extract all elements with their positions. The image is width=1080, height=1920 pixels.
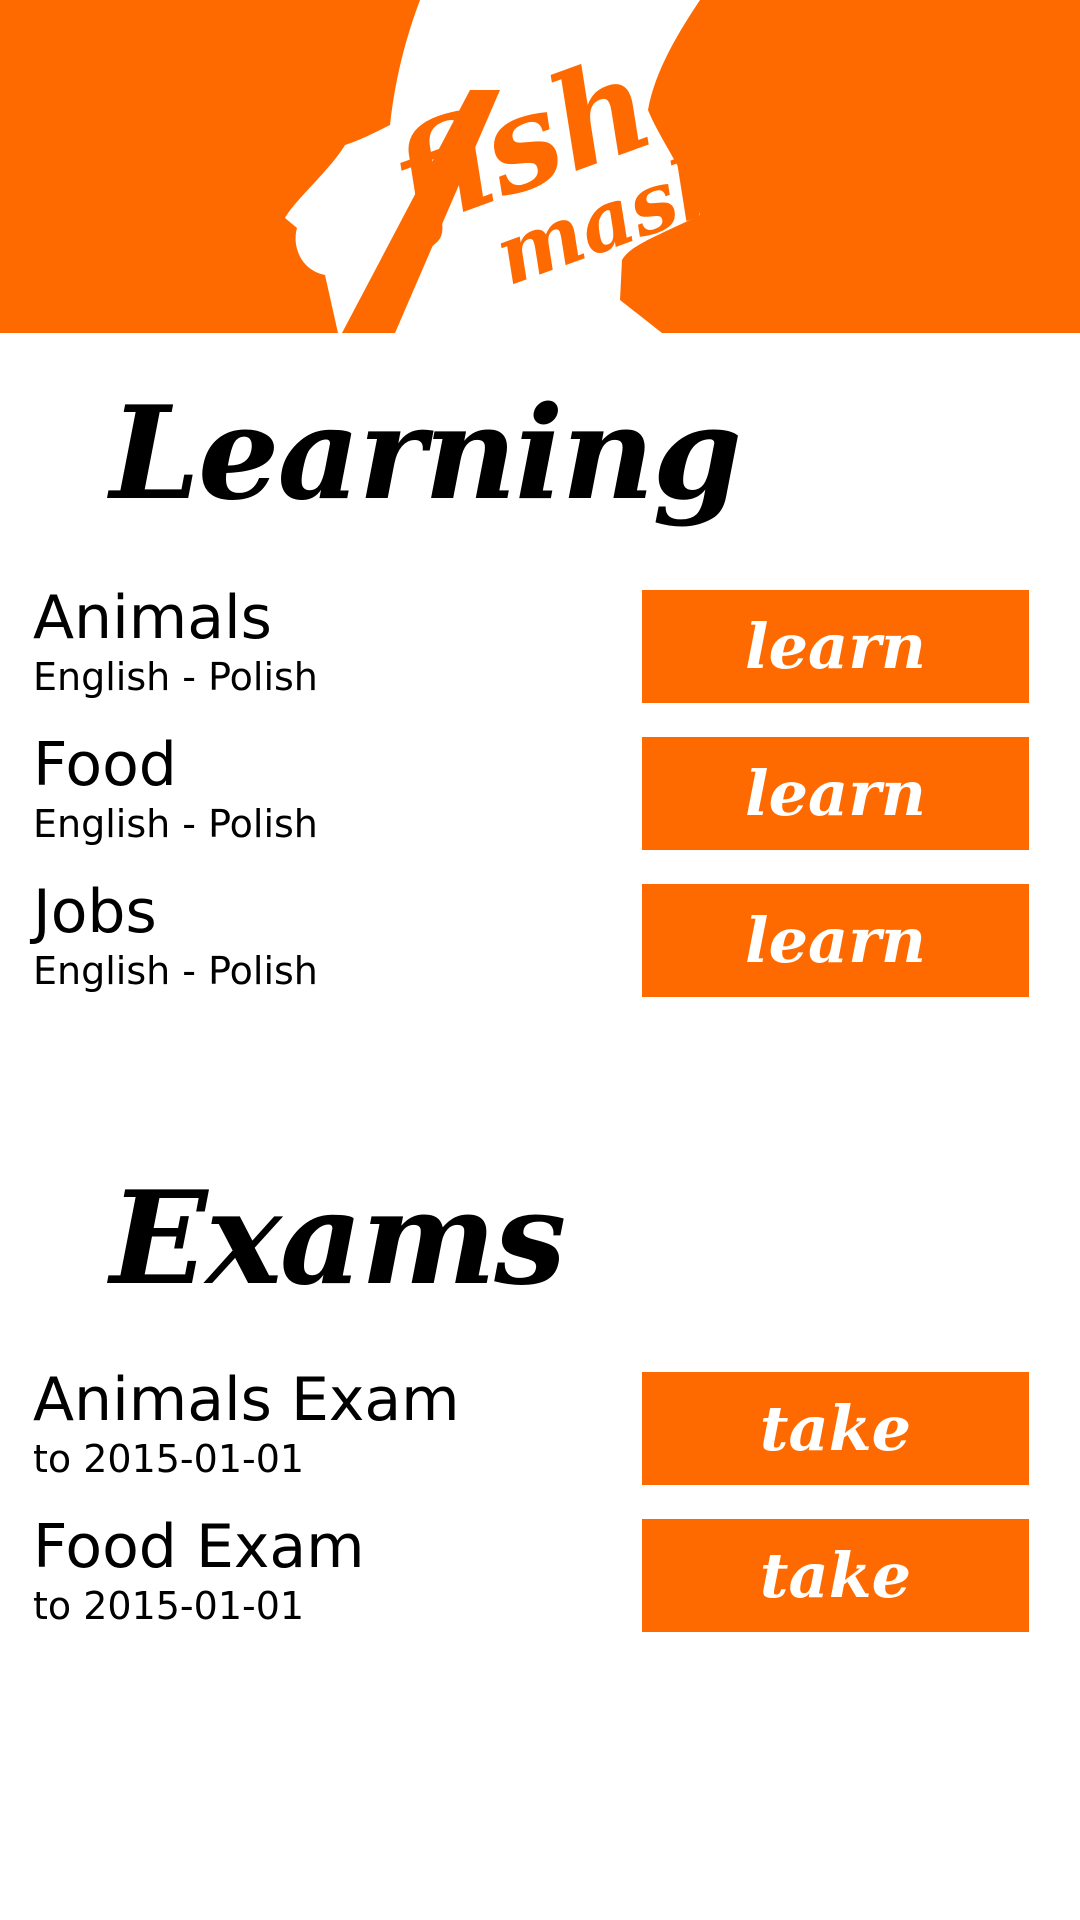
learning-item-food: Food English - Polish learn	[0, 735, 1080, 850]
exam-name: Food Exam	[33, 1512, 365, 1582]
learning-heading: Learning	[110, 379, 742, 529]
learning-item-animals: Animals English - Polish learn	[0, 588, 1080, 703]
learn-animals-button[interactable]: learn	[642, 590, 1029, 703]
take-animals-exam-button[interactable]: take	[642, 1372, 1029, 1485]
exam-due-date: to 2015-01-01	[33, 1584, 305, 1628]
course-name: Animals	[33, 583, 272, 653]
course-languages: English - Polish	[33, 655, 318, 699]
exam-due-date: to 2015-01-01	[33, 1437, 305, 1481]
exams-heading: Exams	[110, 1164, 566, 1314]
take-food-exam-button[interactable]: take	[642, 1519, 1029, 1632]
learning-item-jobs: Jobs English - Polish learn	[0, 882, 1080, 997]
app-header: fish mash	[0, 0, 1080, 333]
learn-food-button[interactable]: learn	[642, 737, 1029, 850]
course-name: Food	[33, 730, 177, 800]
learn-jobs-button[interactable]: learn	[642, 884, 1029, 997]
course-languages: English - Polish	[33, 949, 318, 993]
course-name: Jobs	[33, 877, 157, 947]
exam-item-food: Food Exam to 2015-01-01 take	[0, 1517, 1080, 1632]
exam-item-animals: Animals Exam to 2015-01-01 take	[0, 1370, 1080, 1485]
fish-mash-logo: fish mash	[285, 0, 747, 333]
exam-name: Animals Exam	[33, 1365, 460, 1435]
course-languages: English - Polish	[33, 802, 318, 846]
